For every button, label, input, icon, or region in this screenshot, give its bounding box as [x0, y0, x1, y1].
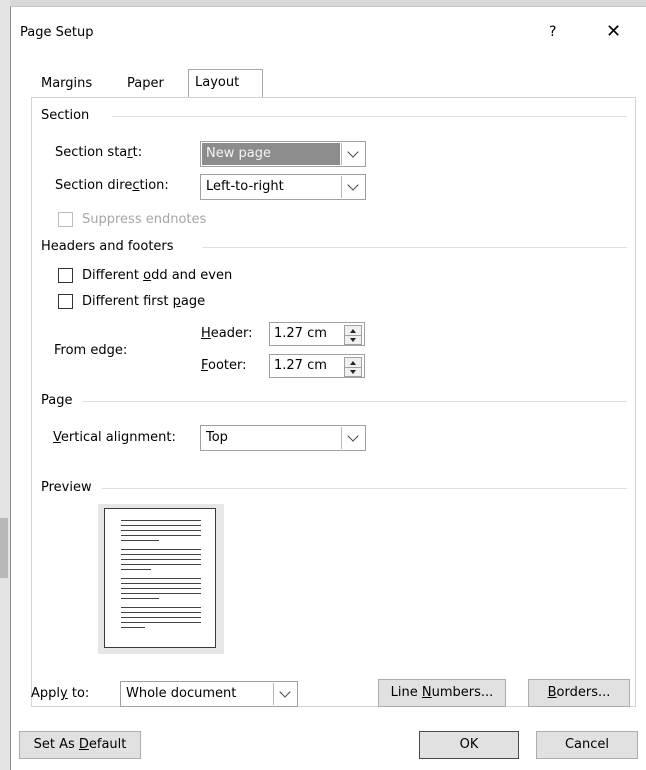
- preview-line: [121, 578, 201, 579]
- preview-line: [121, 559, 201, 560]
- tab-margins[interactable]: Margins: [35, 71, 98, 99]
- header-distance-stepper[interactable]: 1.27 cm: [269, 322, 365, 346]
- footer-distance-value: 1.27 cm: [274, 358, 327, 373]
- close-button[interactable]: ✕: [606, 21, 621, 42]
- preview-line: [121, 622, 201, 623]
- chevron-down-icon[interactable]: [341, 143, 364, 165]
- preview-line: [121, 530, 201, 531]
- section-start-value: New page: [202, 143, 340, 165]
- layout-tab-panel: Section Section start: New page Section …: [31, 97, 636, 707]
- preview-rule: [102, 488, 627, 489]
- tab-layout[interactable]: Layout: [188, 69, 263, 97]
- preview-header: Preview: [41, 480, 98, 496]
- cancel-button[interactable]: Cancel: [536, 731, 638, 759]
- background-scroll-mark: [0, 518, 8, 578]
- odd-even-checkbox[interactable]: [58, 268, 73, 283]
- section-direction-label: Section direction:: [55, 178, 169, 193]
- spin-down-icon[interactable]: [345, 335, 361, 344]
- background-window-edge: [0, 0, 10, 770]
- preview-line: [121, 525, 201, 526]
- preview-line: [121, 627, 145, 628]
- preview-line: [121, 569, 151, 570]
- vertical-alignment-value: Top: [206, 430, 228, 445]
- help-button[interactable]: ?: [549, 24, 556, 40]
- section-rule: [112, 116, 627, 117]
- footer-label: Footer:: [201, 358, 247, 373]
- apply-to-select[interactable]: Whole document: [120, 681, 298, 707]
- preview-line: [121, 612, 201, 613]
- chevron-down-icon[interactable]: [341, 176, 364, 198]
- line-numbers-button[interactable]: Line Numbers...: [378, 679, 506, 707]
- header-distance-value: 1.27 cm: [274, 326, 327, 341]
- footer-distance-stepper[interactable]: 1.27 cm: [269, 354, 365, 378]
- spinner-buttons: [344, 357, 362, 377]
- preview-line: [121, 540, 159, 541]
- chevron-down-icon[interactable]: [341, 427, 364, 449]
- headers-footers-header: Headers and footers: [41, 239, 180, 255]
- page-rule: [82, 401, 627, 402]
- vertical-alignment-label: Vertical alignment:: [53, 430, 176, 445]
- set-as-default-button[interactable]: Set As Default: [19, 731, 141, 759]
- preview-page-thumbnail: [104, 508, 216, 648]
- spin-down-icon[interactable]: [345, 367, 361, 376]
- tab-paper[interactable]: Paper: [121, 71, 170, 99]
- from-edge-label: From edge:: [54, 343, 128, 358]
- section-direction-value: Left-to-right: [206, 179, 284, 194]
- preview-line: [121, 564, 201, 565]
- headers-footers-rule: [202, 247, 627, 248]
- vertical-alignment-select[interactable]: Top: [200, 425, 366, 451]
- ok-button[interactable]: OK: [419, 731, 519, 759]
- suppress-endnotes-label: Suppress endnotes: [82, 212, 207, 227]
- preview-line: [121, 598, 159, 599]
- suppress-endnotes-checkbox[interactable]: [58, 212, 73, 227]
- section-start-select[interactable]: New page: [200, 141, 366, 167]
- page-setup-dialog: Page Setup ? ✕ Margins Paper Layout Sect…: [10, 6, 646, 770]
- preview-line: [121, 520, 201, 521]
- preview-line: [121, 549, 201, 550]
- spinner-buttons: [344, 325, 362, 345]
- preview-line: [121, 607, 201, 608]
- dialog-title: Page Setup: [20, 25, 94, 40]
- preview-line: [121, 617, 201, 618]
- preview-line: [121, 583, 201, 584]
- apply-to-label: Apply to:: [31, 686, 90, 701]
- preview-area: [98, 504, 224, 654]
- page-section-header: Page: [41, 393, 79, 409]
- section-start-label: Section start:: [55, 145, 143, 160]
- section-header: Section: [41, 108, 96, 124]
- chevron-down-icon[interactable]: [273, 683, 296, 705]
- section-direction-select[interactable]: Left-to-right: [200, 174, 366, 200]
- preview-line: [121, 554, 201, 555]
- preview-line: [121, 535, 201, 536]
- odd-even-label: Different odd and even: [82, 268, 233, 283]
- apply-to-value: Whole document: [126, 686, 237, 701]
- preview-line: [121, 588, 201, 589]
- first-page-checkbox[interactable]: [58, 294, 73, 309]
- borders-button[interactable]: Borders...: [528, 679, 630, 707]
- header-label: Header:: [201, 326, 253, 341]
- preview-line: [121, 593, 201, 594]
- first-page-label: Different first page: [82, 294, 206, 309]
